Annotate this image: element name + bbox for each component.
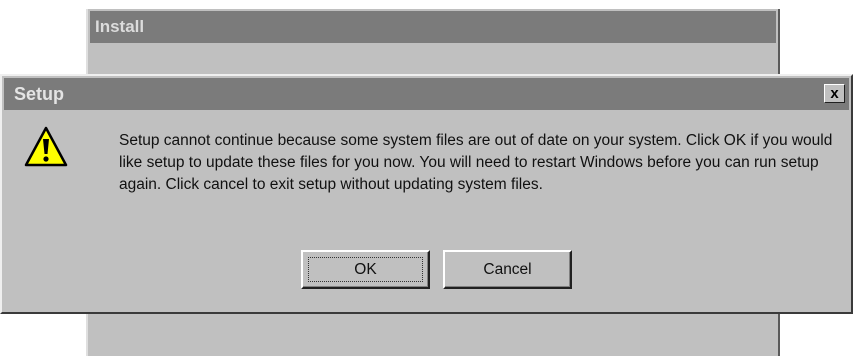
cancel-button[interactable]: Cancel — [443, 250, 572, 289]
close-button[interactable]: x — [824, 84, 845, 103]
ok-button[interactable]: OK — [301, 250, 430, 289]
setup-dialog: Setup x Setup cannot continue because so… — [0, 74, 853, 314]
warning-icon — [24, 126, 68, 167]
ok-button-label: OK — [354, 260, 377, 278]
setup-dialog-title: Setup — [14, 84, 65, 104]
setup-message: Setup cannot continue because some syste… — [119, 132, 833, 193]
close-icon: x — [830, 85, 839, 102]
install-window-titlebar[interactable]: Install — [90, 11, 776, 43]
cancel-button-label: Cancel — [483, 260, 532, 278]
setup-dialog-titlebar[interactable]: Setup x — [4, 78, 849, 110]
install-window-title: Install — [95, 17, 145, 36]
